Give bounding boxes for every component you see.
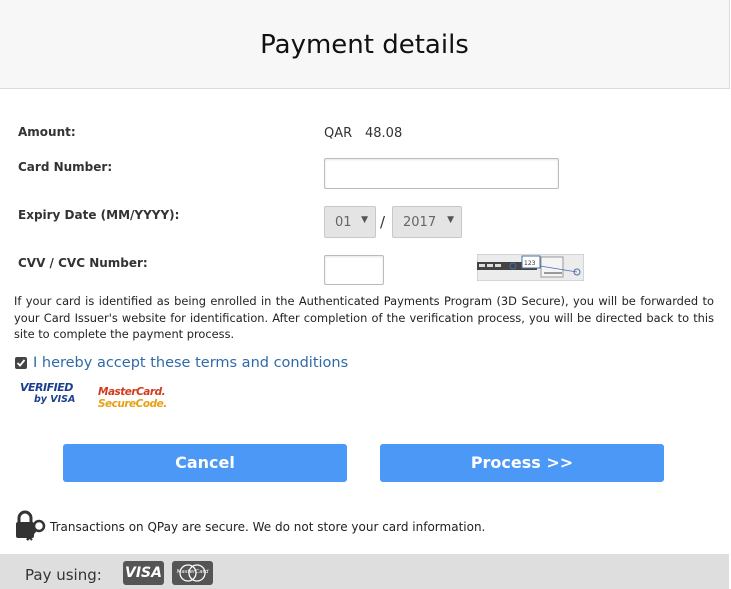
chevron-down-icon: ▼ [361,215,368,225]
expiry-year-select[interactable]: 2017 ▼ [392,206,462,238]
expiry-label: Expiry Date (MM/YYYY): [18,208,180,222]
page-title: Payment details [260,30,469,60]
3d-secure-notice: If your card is identified as being enro… [14,294,714,341]
header: Payment details [0,0,730,89]
amount-currency: QAR [324,126,353,141]
expiry-month-select[interactable]: 01 ▼ [324,206,376,238]
secure-note-text: Transactions on QPay are secure. We do n… [50,520,486,534]
cancel-button[interactable]: Cancel [63,444,347,482]
cvv-hint-image: 123 [476,253,585,282]
cvv-label: CVV / CVC Number: [18,256,148,270]
terms-checkbox[interactable] [15,357,27,369]
chevron-down-icon: ▼ [447,215,454,225]
lock-key-icon [14,510,48,544]
process-button[interactable]: Process >> [380,444,664,482]
card-number-input[interactable] [324,158,559,189]
expiry-month-value: 01 [335,215,352,230]
cvv-input[interactable] [324,255,384,285]
expiry-year-value: 2017 [403,215,437,230]
card-number-label: Card Number: [18,160,113,174]
pay-using-label: Pay using: [25,566,102,584]
verified-text: VERIFIED [20,381,73,394]
expiry-separator: / [380,213,386,231]
cvv-hint-digits: 123 [524,260,536,267]
mastercard-text: MasterCard. [98,386,166,398]
mastercard-icon: MasterCard [172,561,213,585]
amount-value: 48.08 [365,126,403,141]
checkmark-icon [16,359,26,367]
securecode-text: SecureCode. [98,398,167,410]
verified-by-visa-logo: VERIFIED by VISA [20,381,80,415]
mastercard-securecode-logo: MasterCard. SecureCode. [98,386,170,416]
amount-label: Amount: [18,125,76,139]
by-visa-text: by VISA [34,394,76,405]
terms-label[interactable]: I hereby accept these terms and conditio… [33,355,348,371]
visa-icon: VISA [123,561,164,585]
footer: Pay using: VISA MasterCard [0,554,729,589]
